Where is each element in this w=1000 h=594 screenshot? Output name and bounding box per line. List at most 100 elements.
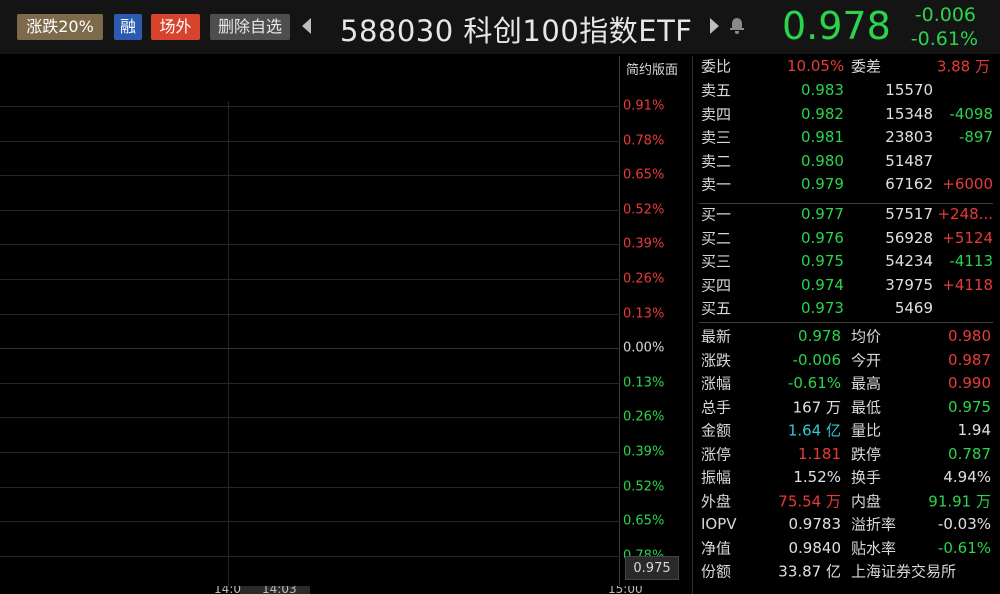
- order-book-divider: [699, 203, 993, 204]
- stat-label: 今开: [851, 351, 882, 369]
- percent-scale-label: 0.26%: [623, 409, 665, 425]
- order-level-label: 买五: [701, 299, 732, 318]
- order-price[interactable]: 0.980: [801, 152, 844, 170]
- order-level-label: 卖二: [701, 152, 732, 171]
- order-volume: 54234: [885, 252, 933, 271]
- stat-label: 振幅: [701, 468, 732, 487]
- stat-label: 涨跌: [701, 351, 732, 369]
- order-price[interactable]: 0.977: [801, 205, 844, 223]
- order-volume: 57517: [885, 205, 933, 223]
- price-gridline: [0, 175, 620, 177]
- order-level-label: 卖四: [701, 105, 732, 124]
- order-volume: 51487: [885, 151, 933, 170]
- previous-security-arrow-icon[interactable]: [302, 18, 311, 34]
- price-gridline: [0, 279, 620, 280]
- order-price[interactable]: 0.983: [801, 81, 844, 99]
- stat-value: 75.54 万: [778, 492, 841, 510]
- crosshair-price-label: 0.975: [625, 556, 679, 580]
- price-alert-bell-icon[interactable]: [730, 18, 744, 34]
- order-level-label: 买一: [701, 205, 732, 224]
- otc-tag[interactable]: 场外: [151, 14, 200, 40]
- stat-value: 1.52%: [793, 468, 841, 486]
- stat-value: 91.91 万: [928, 492, 991, 510]
- percent-scale-label: 0.52%: [623, 202, 665, 218]
- price-gridline: [0, 348, 620, 350]
- price-gridline: [0, 140, 620, 142]
- stat-value: 0.978: [798, 327, 841, 345]
- order-volume: 67162: [885, 175, 933, 194]
- order-volume-change: +4118: [942, 275, 993, 294]
- stat-label: 总手: [701, 398, 732, 416]
- order-volume: 15570: [885, 81, 933, 99]
- stat-value: 0.980: [948, 327, 991, 345]
- stat-label: 份额: [701, 562, 732, 581]
- stat-label: IOPV: [701, 515, 737, 533]
- order-price[interactable]: 0.974: [801, 276, 844, 294]
- stat-value: -0.006: [792, 350, 841, 369]
- stat-value: 167 万: [792, 398, 841, 416]
- next-security-arrow-icon[interactable]: [710, 18, 719, 34]
- order-price[interactable]: 0.982: [801, 105, 844, 123]
- order-level-label: 买二: [701, 229, 732, 248]
- order-level-label: 卖五: [701, 81, 732, 100]
- percent-scale-label: 0.65%: [623, 167, 665, 183]
- price-gridline: [0, 486, 620, 488]
- order-price[interactable]: 0.975: [801, 252, 844, 270]
- stats-divider: [699, 322, 993, 323]
- order-volume-change: -4113: [949, 252, 993, 271]
- order-price[interactable]: 0.973: [801, 299, 844, 317]
- security-title: 588030 科创100指数ETF: [340, 14, 693, 48]
- stat-value: 0.9840: [788, 538, 842, 557]
- order-volume-change: -897: [958, 128, 993, 147]
- order-level-label: 卖一: [701, 175, 732, 194]
- stat-label: 涨幅: [701, 374, 732, 393]
- price-limit-tag: 涨跌20%: [17, 14, 103, 40]
- quote-header: 涨跌20% 融 场外 删除自选 588030 科创100指数ETF 0.978 …: [0, 0, 1000, 54]
- price-gridline: [0, 555, 620, 557]
- order-volume: 15348: [885, 104, 933, 123]
- order-price[interactable]: 0.981: [801, 128, 844, 146]
- order-level-label: 买三: [701, 252, 732, 271]
- order-level-label: 买四: [701, 276, 732, 295]
- stat-label: 溢折率: [851, 515, 897, 534]
- stat-label: 净值: [701, 539, 732, 557]
- stat-label: 最低: [851, 398, 882, 416]
- order-price[interactable]: 0.976: [801, 229, 844, 247]
- percent-scale-label: 0.65%: [623, 513, 665, 529]
- time-gridline: [228, 101, 229, 586]
- stat-value: 0.987: [948, 350, 991, 369]
- intraday-chart[interactable]: 简约版面 0.91% 0.78% 0.65% 0.52% 0.39% 0.26% 0.13%…: [0, 56, 690, 594]
- percent-scale-label: 0.78%: [623, 133, 665, 149]
- commission-diff-label: 委差: [851, 57, 882, 76]
- stat-value: -0.61%: [937, 538, 991, 557]
- stat-value: 1.181: [798, 444, 841, 463]
- price-gridline: [0, 313, 620, 315]
- simple-layout-button[interactable]: 简约版面: [626, 59, 678, 78]
- order-volume-change: +5124: [942, 228, 993, 247]
- stat-label: 均价: [851, 327, 882, 346]
- stat-value: -0.03%: [937, 515, 991, 533]
- order-volume: 23803: [885, 128, 933, 147]
- chart-plot-area[interactable]: [0, 56, 620, 586]
- stat-value: 0.9783: [788, 515, 842, 533]
- remove-watchlist-button[interactable]: 删除自选: [210, 14, 290, 40]
- stat-label: 贴水率: [851, 539, 897, 557]
- stat-label: 最高: [851, 374, 882, 393]
- percent-scale-label: 0.00%: [623, 340, 665, 356]
- price-gridline: [0, 521, 620, 523]
- commission-diff-value: 3.88 万: [936, 57, 990, 76]
- percent-scale-label: 0.39%: [623, 444, 665, 460]
- crosshair-time-label: 14:03: [262, 586, 297, 594]
- price-gridline: [0, 452, 620, 453]
- order-volume: 5469: [894, 299, 933, 318]
- time-label: 14:0: [214, 586, 241, 594]
- stat-value: 0.787: [948, 444, 991, 463]
- order-volume: 56928: [885, 228, 933, 247]
- order-price[interactable]: 0.979: [801, 175, 844, 193]
- stat-label: 换手: [851, 468, 882, 487]
- percent-scale-label: 0.13%: [623, 306, 665, 322]
- stat-label: 涨停: [701, 445, 732, 463]
- price-gridline: [0, 106, 620, 107]
- time-label: 15:00: [608, 586, 643, 594]
- stat-value: -0.61%: [787, 374, 841, 392]
